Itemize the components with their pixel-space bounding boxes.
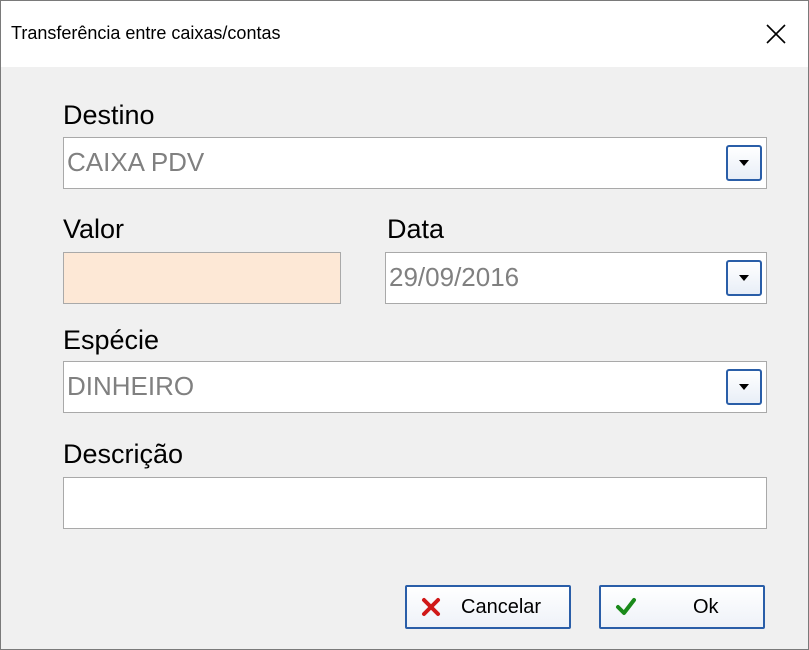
especie-select[interactable]: DINHEIRO <box>63 361 767 413</box>
especie-value: DINHEIRO <box>67 371 195 401</box>
chevron-down-icon <box>739 384 749 390</box>
especie-label: Espécie <box>63 325 160 355</box>
destino-select[interactable]: CAIXA PDV <box>63 137 767 189</box>
destino-dropdown-button[interactable] <box>726 145 762 181</box>
descricao-label: Descrição <box>63 439 184 469</box>
descricao-input[interactable] <box>63 477 767 529</box>
destino-value: CAIXA PDV <box>67 147 205 177</box>
close-button[interactable] <box>744 1 808 67</box>
chevron-down-icon <box>739 275 749 281</box>
cancel-button[interactable]: Cancelar <box>405 585 571 629</box>
data-date-picker[interactable]: 29/09/2016 <box>385 252 767 304</box>
data-value: 29/09/2016 <box>389 262 520 292</box>
close-icon <box>766 24 786 44</box>
data-dropdown-button[interactable] <box>726 260 762 296</box>
valor-label: Valor <box>63 214 125 244</box>
ok-button-label: Ok <box>693 596 719 618</box>
title-bar: Transferência entre caixas/contas <box>1 1 808 67</box>
cancel-button-label: Cancelar <box>461 596 542 618</box>
transfer-dialog: Transferência entre caixas/contas Destin… <box>0 0 809 650</box>
data-label: Data <box>387 214 445 244</box>
ok-button[interactable]: Ok <box>599 585 765 629</box>
valor-input[interactable] <box>63 252 341 304</box>
destino-label: Destino <box>63 100 155 130</box>
chevron-down-icon <box>739 160 749 166</box>
especie-dropdown-button[interactable] <box>726 369 762 405</box>
x-icon <box>422 598 440 616</box>
checkmark-icon <box>616 598 636 615</box>
dialog-title: Transferência entre caixas/contas <box>11 23 281 43</box>
